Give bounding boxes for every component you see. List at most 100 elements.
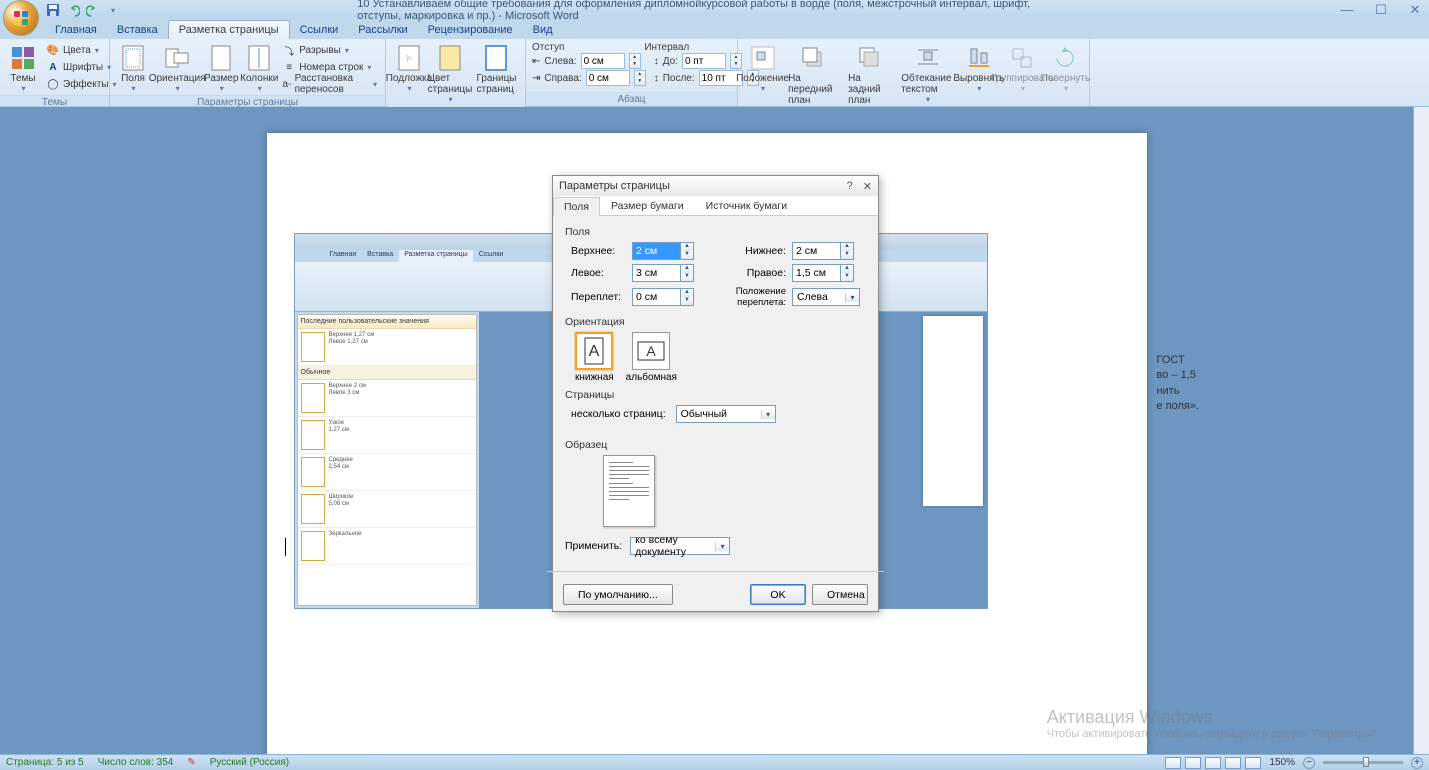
undo-icon[interactable] [65, 2, 81, 18]
tab-insert[interactable]: Вставка [107, 21, 168, 39]
dialog-tabs: Поля Размер бумаги Источник бумаги [553, 196, 878, 216]
close-button[interactable]: ✕ [1405, 2, 1425, 18]
status-page[interactable]: Страница: 5 из 5 [6, 757, 84, 768]
margin-preview [603, 455, 655, 527]
watermark-button[interactable]: AПодложка▾ [392, 42, 426, 95]
bring-front-icon [799, 44, 827, 72]
right-margin-input[interactable] [792, 264, 840, 282]
save-icon[interactable] [45, 2, 61, 18]
view-web[interactable] [1205, 757, 1221, 769]
left-margin-input[interactable] [632, 264, 680, 282]
wrap-text-button[interactable]: Обтекание текстом▾ [898, 42, 957, 106]
margins-button[interactable]: Поля▾ [116, 42, 150, 95]
send-back-button[interactable]: На задний план▾ [845, 42, 894, 117]
theme-fonts-button[interactable]: AШрифты▾ [44, 59, 118, 75]
rotate-button[interactable]: Повернуть▾ [1048, 42, 1083, 95]
status-lang-icon[interactable]: ✎ [187, 757, 195, 768]
top-margin-spinner[interactable]: ▲▼ [680, 242, 694, 260]
page-color-button[interactable]: Цвет страницы▾ [430, 42, 470, 106]
hyphenation-icon: a- [282, 77, 291, 91]
space-before-input[interactable] [682, 53, 726, 69]
orientation-landscape[interactable]: A альбомная [626, 332, 677, 383]
dialog-tab-margins[interactable]: Поля [553, 197, 600, 216]
indent-right-input[interactable] [586, 70, 630, 86]
dialog-titlebar[interactable]: Параметры страницы ?✕ [553, 176, 878, 196]
columns-icon [245, 44, 273, 72]
right-margin-spinner[interactable]: ▲▼ [840, 264, 854, 282]
group-button[interactable]: Группировать▾ [1001, 42, 1044, 95]
orientation-portrait[interactable]: A книжная [575, 332, 614, 383]
page-borders-button[interactable]: Границы страниц [474, 42, 519, 97]
qat-customize-icon[interactable]: ▾ [105, 2, 121, 18]
document-text-fragment: ГОСТ во – 1,5 нить е поля». [1157, 353, 1257, 415]
status-words[interactable]: Число слов: 354 [98, 757, 174, 768]
ok-button[interactable]: OK [750, 584, 806, 605]
maximize-button[interactable]: ☐ [1371, 2, 1391, 18]
left-margin-spinner[interactable]: ▲▼ [680, 264, 694, 282]
zoom-level[interactable]: 150% [1269, 757, 1295, 768]
rotate-icon [1051, 44, 1079, 72]
ribbon: Темы▾ 🎨Цвета▾ AШрифты▾ ◯Эффекты▾ Темы По… [0, 39, 1429, 107]
tab-references[interactable]: Ссылки [290, 21, 349, 39]
office-button[interactable] [3, 0, 39, 36]
themes-button[interactable]: Темы▾ [6, 42, 40, 95]
view-full-screen[interactable] [1185, 757, 1201, 769]
position-button[interactable]: Положение▾ [744, 42, 781, 95]
dialog-close-button[interactable]: ✕ [863, 180, 872, 193]
dialog-tab-paper[interactable]: Размер бумаги [600, 196, 695, 215]
indent-left-spinner[interactable]: ▲▼ [629, 53, 641, 69]
hyphenation-button[interactable]: a-Расстановка переносов▾ [280, 76, 379, 92]
bottom-margin-input[interactable] [792, 242, 840, 260]
multi-pages-combo[interactable]: Обычный▾ [676, 405, 776, 423]
breaks-button[interactable]: ⤵Разрывы▾ [280, 42, 379, 58]
page-borders-icon [482, 44, 510, 72]
orientation-button[interactable]: Ориентация▾ [154, 42, 200, 95]
tab-view[interactable]: Вид [523, 21, 563, 39]
status-language[interactable]: Русский (Россия) [210, 757, 289, 768]
section-orientation-label: Ориентация [565, 316, 866, 328]
gutter-label: Переплет: [571, 291, 626, 303]
apply-to-combo[interactable]: ко всему документу▾ [630, 537, 730, 555]
vertical-scrollbar[interactable] [1413, 107, 1429, 754]
theme-effects-button[interactable]: ◯Эффекты▾ [44, 76, 118, 92]
theme-colors-button[interactable]: 🎨Цвета▾ [44, 42, 118, 58]
portrait-icon: A [575, 332, 613, 370]
spacing-header: Интервал [644, 42, 689, 53]
indent-right-spinner[interactable]: ▲▼ [634, 70, 646, 86]
minimize-button[interactable]: — [1337, 2, 1357, 18]
tab-home[interactable]: Главная [45, 21, 107, 39]
gutter-input[interactable] [632, 288, 680, 306]
view-print-layout[interactable] [1165, 757, 1181, 769]
align-button[interactable]: Выровнять▾ [961, 42, 997, 95]
bring-front-button[interactable]: На передний план▾ [785, 42, 841, 117]
columns-button[interactable]: Колонки▾ [242, 42, 276, 95]
group-themes: Темы▾ 🎨Цвета▾ AШрифты▾ ◯Эффекты▾ Темы [0, 39, 110, 106]
landscape-icon: A [632, 332, 670, 370]
zoom-in-button[interactable]: + [1411, 757, 1423, 769]
gutter-spinner[interactable]: ▲▼ [680, 288, 694, 306]
redo-icon[interactable] [85, 2, 101, 18]
dialog-tab-source[interactable]: Источник бумаги [695, 196, 798, 215]
top-margin-input[interactable] [632, 242, 680, 260]
status-bar: Страница: 5 из 5 Число слов: 354 ✎ Русск… [0, 754, 1429, 770]
size-button[interactable]: Размер▾ [204, 42, 238, 95]
zoom-slider[interactable] [1323, 761, 1403, 764]
default-button[interactable]: По умолчанию... [563, 584, 673, 605]
svg-text:A: A [589, 343, 600, 360]
tab-page-layout[interactable]: Разметка страницы [168, 20, 290, 39]
ribbon-tabs: Главная Вставка Разметка страницы Ссылки… [0, 20, 1429, 39]
tab-mailings[interactable]: Рассылки [348, 21, 417, 39]
tab-review[interactable]: Рецензирование [418, 21, 523, 39]
wrap-icon [914, 44, 942, 72]
bottom-margin-spinner[interactable]: ▲▼ [840, 242, 854, 260]
view-draft[interactable] [1245, 757, 1261, 769]
margins-gallery: Последние пользовательские значения Верх… [297, 314, 477, 606]
zoom-out-button[interactable]: − [1303, 757, 1315, 769]
view-outline[interactable] [1225, 757, 1241, 769]
gutter-pos-combo[interactable]: Слева▾ [792, 288, 860, 306]
fonts-icon: A [46, 60, 60, 74]
indent-left-input[interactable] [581, 53, 625, 69]
dialog-help-button[interactable]: ? [847, 180, 853, 193]
group-page-setup: Поля▾ Ориентация▾ Размер▾ Колонки▾ ⤵Разр… [110, 39, 386, 106]
cancel-button[interactable]: Отмена [812, 584, 868, 605]
